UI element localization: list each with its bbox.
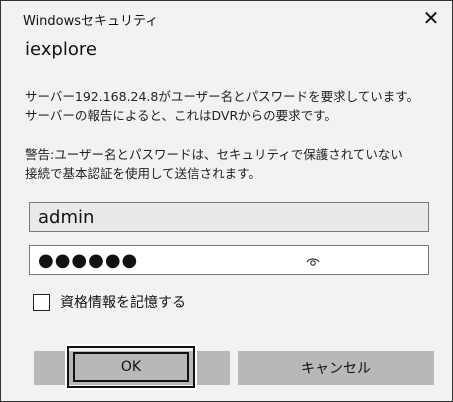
cancel-button-label: キャンセル xyxy=(301,361,371,377)
close-icon: ✕ xyxy=(422,6,440,30)
remember-label: 資格情報を記憶する xyxy=(60,295,186,311)
username-field[interactable]: admin xyxy=(29,202,429,232)
warning-message: 警告:ユーザー名とパスワードは、セキュリティで保護されていない 接続で基本認証を… xyxy=(25,145,441,183)
server-request-message: サーバー192.168.24.8がユーザー名とパスワードを要求しています。 サー… xyxy=(25,87,441,125)
message-line: 接続で基本認証を使用して送信されます。 xyxy=(25,166,261,181)
password-value: ●●●●●● xyxy=(38,249,139,271)
remember-checkbox[interactable] xyxy=(33,293,50,311)
app-name: iexplore xyxy=(25,39,97,60)
title-bar: Windowsセキュリティ ✕ xyxy=(1,1,452,33)
ok-button-label: OK xyxy=(120,359,142,375)
eye-icon[interactable] xyxy=(305,253,321,269)
message-line: サーバー192.168.24.8がユーザー名とパスワードを要求しています。 xyxy=(25,89,419,104)
password-field[interactable]: ●●●●●● xyxy=(29,245,429,275)
message-line: サーバーの報告によると、これはDVRからの要求です。 xyxy=(25,108,337,123)
security-dialog: Windowsセキュリティ ✕ iexplore サーバー192.168.24.… xyxy=(0,0,453,402)
message-line: 警告:ユーザー名とパスワードは、セキュリティで保護されていない xyxy=(25,147,403,162)
close-button[interactable]: ✕ xyxy=(420,7,442,29)
dialog-title: Windowsセキュリティ xyxy=(23,14,159,29)
remember-credentials-row[interactable]: 資格情報を記憶する xyxy=(33,291,186,313)
username-value: admin xyxy=(38,206,95,228)
cancel-button[interactable]: キャンセル xyxy=(238,351,434,385)
